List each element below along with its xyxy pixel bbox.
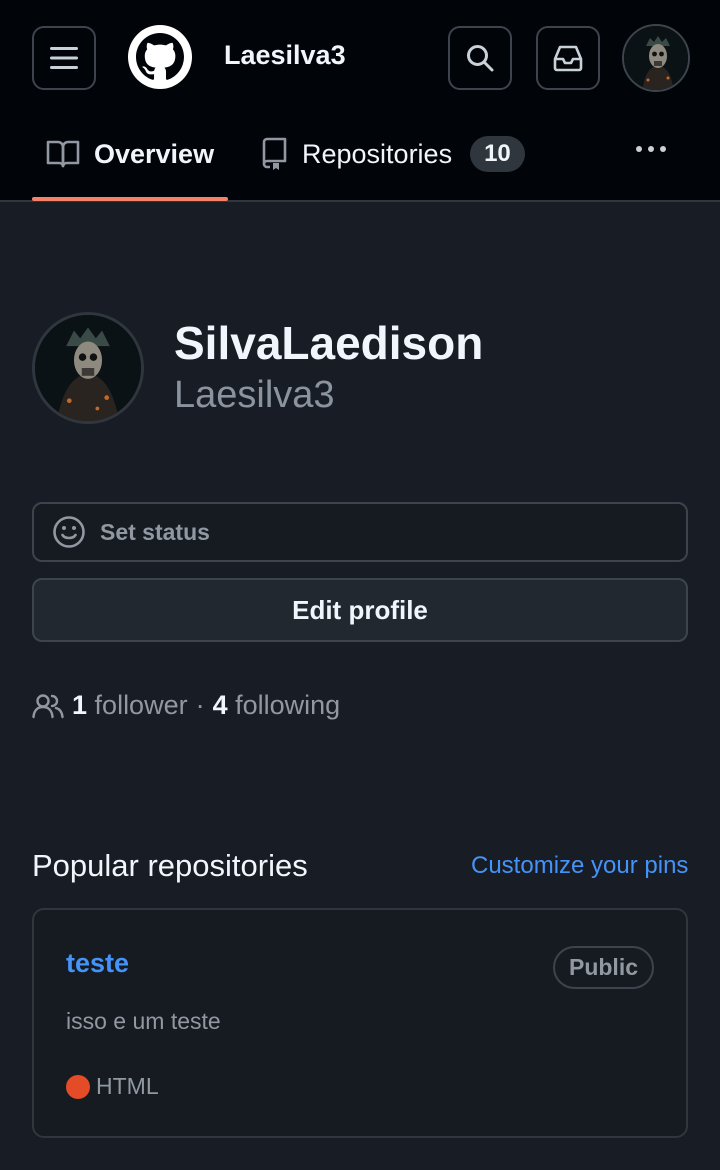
more-tabs-button[interactable]	[636, 146, 666, 152]
repo-language: HTML	[66, 1073, 159, 1100]
search-icon	[467, 45, 494, 72]
menu-button[interactable]	[32, 26, 96, 90]
language-color-dot	[66, 1074, 90, 1099]
following-label: following	[235, 690, 341, 720]
selected-tab-indicator	[32, 197, 228, 201]
inbox-icon	[553, 45, 583, 72]
avatar-image	[624, 26, 688, 90]
follow-stats: 1 follower · 4 following	[32, 690, 340, 721]
tab-repositories-label: Repositories	[302, 138, 453, 169]
set-status-label: Set status	[100, 518, 210, 545]
popular-repositories-heading: Popular repositories	[32, 848, 308, 883]
repo-icon	[262, 137, 287, 170]
inbox-button[interactable]	[536, 26, 600, 90]
kebab-dot-icon	[636, 146, 642, 152]
followers-count: 1	[72, 690, 88, 720]
app-header: Laesilva3 Overview Repositories 10	[0, 0, 720, 202]
profile-login: Laesilva3	[174, 374, 335, 416]
followers-link[interactable]: 1 follower	[72, 690, 188, 721]
repo-card: teste Public isso e um teste HTML	[32, 908, 688, 1138]
repo-name-link[interactable]: teste	[66, 948, 129, 979]
hamburger-icon	[50, 47, 78, 69]
user-avatar[interactable]	[622, 24, 690, 92]
set-status-button[interactable]: Set status	[32, 502, 688, 562]
followers-label: follower	[94, 690, 188, 720]
profile-display-name: SilvaLaedison	[174, 317, 484, 369]
visibility-badge: Public	[552, 946, 654, 989]
github-logo[interactable]	[128, 25, 192, 89]
smiley-icon	[53, 516, 85, 548]
repo-description: isso e um teste	[66, 1008, 221, 1034]
book-icon	[46, 140, 80, 168]
following-count: 4	[212, 690, 228, 720]
people-icon	[32, 693, 64, 718]
edit-profile-button[interactable]: Edit profile	[32, 578, 688, 642]
repositories-count-badge: 10	[470, 136, 525, 172]
customize-pins-link[interactable]: Customize your pins	[471, 852, 688, 880]
search-button[interactable]	[448, 26, 512, 90]
follow-separator: ·	[195, 690, 205, 720]
header-username[interactable]: Laesilva3	[224, 40, 346, 71]
tab-overview[interactable]: Overview	[46, 132, 214, 176]
profile-page: Laesilva3 Overview Repositories 10 Silva…	[0, 0, 720, 1170]
github-mark-icon	[136, 33, 184, 80]
following-link[interactable]: 4 following	[213, 690, 341, 721]
tab-repositories[interactable]: Repositories 10	[260, 132, 525, 176]
profile-avatar[interactable]	[32, 312, 144, 424]
tab-overview-label: Overview	[94, 138, 215, 169]
kebab-dot-icon	[660, 146, 666, 152]
language-label: HTML	[96, 1073, 159, 1099]
avatar-image	[35, 315, 141, 421]
kebab-dot-icon	[648, 146, 654, 152]
